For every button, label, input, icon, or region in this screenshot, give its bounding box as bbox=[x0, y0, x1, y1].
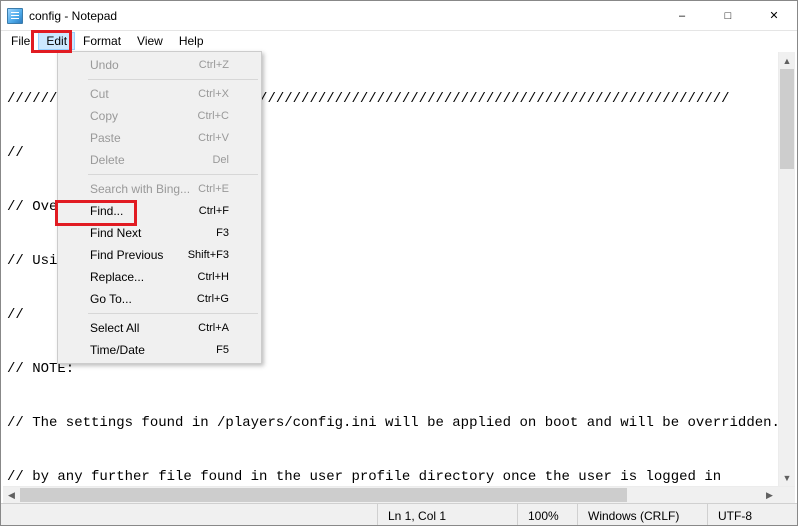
menu-timedate-shortcut: F5 bbox=[216, 344, 229, 356]
menu-goto-shortcut: Ctrl+G bbox=[197, 293, 229, 305]
menu-copy[interactable]: Copy Ctrl+C bbox=[60, 105, 259, 127]
scroll-corner bbox=[778, 487, 795, 504]
menu-findprev-shortcut: Shift+F3 bbox=[188, 249, 229, 261]
titlebar: config - Notepad – □ ✕ bbox=[1, 1, 797, 31]
menu-edit[interactable]: Edit bbox=[38, 32, 75, 50]
menu-findnext-shortcut: F3 bbox=[216, 227, 229, 239]
scroll-down-icon[interactable]: ▼ bbox=[779, 469, 795, 486]
menu-paste-label: Paste bbox=[90, 131, 121, 145]
menu-format[interactable]: Format bbox=[75, 32, 129, 50]
menu-bing-label: Search with Bing... bbox=[90, 182, 190, 196]
menu-help[interactable]: Help bbox=[171, 32, 212, 50]
menu-paste-shortcut: Ctrl+V bbox=[198, 132, 229, 144]
menu-undo-label: Undo bbox=[90, 58, 119, 72]
menu-search-bing[interactable]: Search with Bing... Ctrl+E bbox=[60, 178, 259, 200]
menu-undo[interactable]: Undo Ctrl+Z bbox=[60, 54, 259, 76]
maximize-button[interactable]: □ bbox=[705, 1, 751, 30]
menu-findnext-label: Find Next bbox=[90, 226, 141, 240]
minimize-button[interactable]: – bbox=[659, 1, 705, 30]
status-spacer bbox=[1, 504, 377, 525]
scroll-right-icon[interactable]: ▶ bbox=[761, 487, 778, 504]
vertical-scrollbar[interactable]: ▲ ▼ bbox=[778, 52, 795, 486]
notepad-icon bbox=[7, 8, 23, 24]
menu-view[interactable]: View bbox=[129, 32, 171, 50]
hscroll-thumb[interactable] bbox=[20, 488, 627, 502]
menu-replace-shortcut: Ctrl+H bbox=[198, 271, 229, 283]
menu-selectall-label: Select All bbox=[90, 321, 139, 335]
text-line: // The settings found in /players/config… bbox=[7, 414, 791, 432]
menu-find[interactable]: Find... Ctrl+F bbox=[60, 200, 259, 222]
menu-goto-label: Go To... bbox=[90, 292, 132, 306]
menu-goto[interactable]: Go To... Ctrl+G bbox=[60, 288, 259, 310]
menubar: File Edit Format View Help bbox=[1, 31, 797, 51]
menu-cut[interactable]: Cut Ctrl+X bbox=[60, 83, 259, 105]
menu-select-all[interactable]: Select All Ctrl+A bbox=[60, 317, 259, 339]
menu-separator bbox=[88, 313, 258, 314]
status-zoom: 100% bbox=[517, 504, 577, 525]
menu-replace[interactable]: Replace... Ctrl+H bbox=[60, 266, 259, 288]
menu-separator bbox=[88, 79, 258, 80]
close-button[interactable]: ✕ bbox=[751, 1, 797, 30]
menu-copy-label: Copy bbox=[90, 109, 118, 123]
menu-find-next[interactable]: Find Next F3 bbox=[60, 222, 259, 244]
menu-cut-label: Cut bbox=[90, 87, 109, 101]
menu-findprev-label: Find Previous bbox=[90, 248, 163, 262]
menu-timedate-label: Time/Date bbox=[90, 343, 145, 357]
scroll-up-icon[interactable]: ▲ bbox=[779, 52, 795, 69]
vscroll-track[interactable] bbox=[779, 69, 795, 469]
menu-delete[interactable]: Delete Del bbox=[60, 149, 259, 171]
menu-delete-shortcut: Del bbox=[212, 154, 229, 166]
menu-find-previous[interactable]: Find Previous Shift+F3 bbox=[60, 244, 259, 266]
menu-selectall-shortcut: Ctrl+A bbox=[198, 322, 229, 334]
menu-undo-shortcut: Ctrl+Z bbox=[199, 59, 229, 71]
menu-delete-label: Delete bbox=[90, 153, 125, 167]
horizontal-scrollbar[interactable]: ◀ ▶ bbox=[3, 486, 795, 503]
hscroll-track[interactable] bbox=[20, 487, 761, 503]
menu-copy-shortcut: Ctrl+C bbox=[198, 110, 229, 122]
menu-time-date[interactable]: Time/Date F5 bbox=[60, 339, 259, 361]
text-line: // by any further file found in the user… bbox=[7, 468, 791, 486]
menu-cut-shortcut: Ctrl+X bbox=[198, 88, 229, 100]
edit-dropdown: Undo Ctrl+Z Cut Ctrl+X Copy Ctrl+C Paste… bbox=[57, 51, 262, 364]
menu-find-label: Find... bbox=[90, 204, 123, 218]
menu-file[interactable]: File bbox=[3, 32, 38, 50]
status-encoding: UTF-8 bbox=[707, 504, 797, 525]
menu-replace-label: Replace... bbox=[90, 270, 144, 284]
window-title: config - Notepad bbox=[29, 9, 117, 23]
menu-bing-shortcut: Ctrl+E bbox=[198, 183, 229, 195]
vscroll-thumb[interactable] bbox=[780, 69, 794, 169]
menu-paste[interactable]: Paste Ctrl+V bbox=[60, 127, 259, 149]
window-controls: – □ ✕ bbox=[659, 1, 797, 30]
status-eol: Windows (CRLF) bbox=[577, 504, 707, 525]
menu-find-shortcut: Ctrl+F bbox=[199, 205, 229, 217]
scroll-left-icon[interactable]: ◀ bbox=[3, 487, 20, 504]
menu-separator bbox=[88, 174, 258, 175]
statusbar: Ln 1, Col 1 100% Windows (CRLF) UTF-8 bbox=[1, 503, 797, 525]
status-position: Ln 1, Col 1 bbox=[377, 504, 517, 525]
